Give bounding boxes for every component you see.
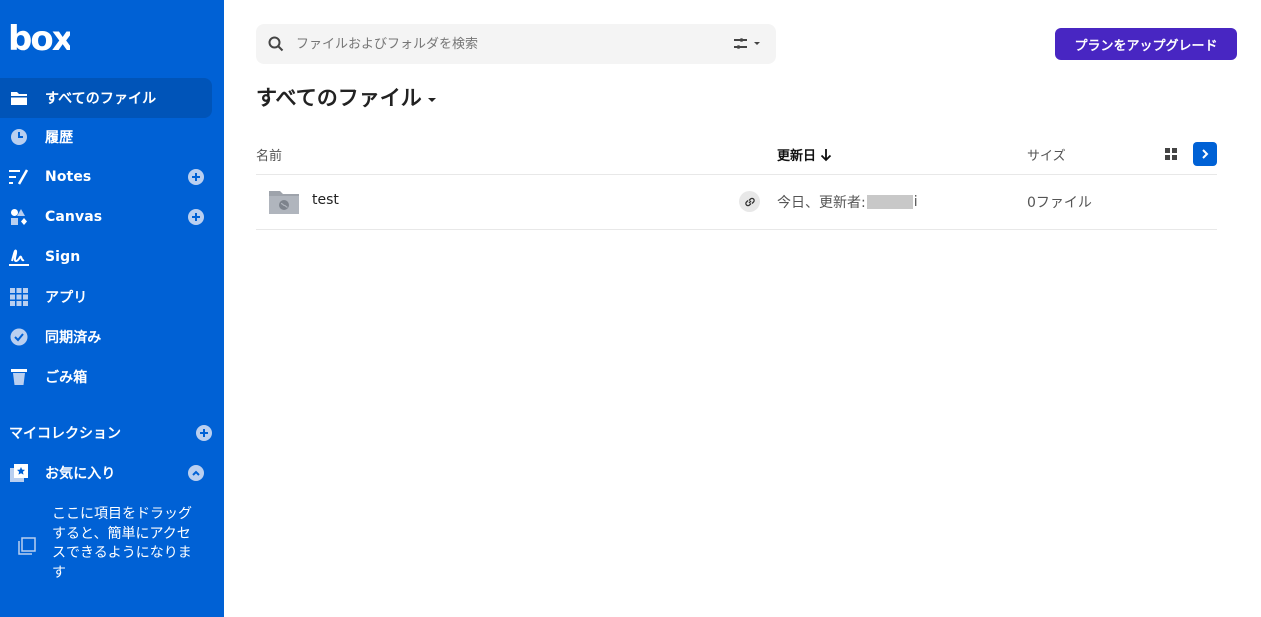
- sidebar-item-notes[interactable]: Notes: [0, 157, 212, 197]
- chevron-right-icon: [1202, 149, 1209, 159]
- check-circle-icon: [9, 327, 29, 347]
- copy-icon: [18, 537, 36, 555]
- search-bar[interactable]: [256, 24, 776, 64]
- details-panel-toggle-button[interactable]: [1193, 142, 1217, 166]
- sidebar-item-label: Canvas: [45, 209, 103, 225]
- favorites-hint: ここに項目をドラッグすると、簡単にアクセスできるようになります: [52, 506, 192, 581]
- sidebar-item-label: アプリ: [45, 290, 88, 306]
- sidebar-item-label: ごみ箱: [45, 370, 88, 386]
- caret-down-icon: [427, 98, 436, 102]
- shared-folder-icon[interactable]: [268, 188, 300, 216]
- sidebar-item-label: すべてのファイル: [45, 91, 157, 107]
- add-canvas-button[interactable]: [188, 209, 204, 225]
- folder-icon: [9, 88, 29, 108]
- search-filter-icon[interactable]: [732, 36, 764, 52]
- search-icon: [268, 36, 284, 52]
- sidebar-item-label: お気に入り: [45, 466, 116, 482]
- shared-link-icon[interactable]: [739, 191, 760, 212]
- add-collection-button[interactable]: [196, 425, 212, 441]
- sidebar-item-trash[interactable]: ごみ箱: [0, 357, 212, 397]
- file-row-name[interactable]: test: [312, 192, 339, 208]
- file-row-size: 0ファイル: [1027, 195, 1092, 211]
- my-collections-label: マイコレクション: [9, 426, 121, 442]
- sidebar-item-canvas[interactable]: Canvas: [0, 197, 212, 237]
- sidebar-item-apps[interactable]: アプリ: [0, 277, 212, 317]
- sidebar-item-label: Sign: [45, 249, 81, 265]
- file-row-updated-text: 今日、更新者:: [777, 195, 866, 211]
- sidebar-item-all-files[interactable]: すべてのファイル: [0, 78, 212, 118]
- page-title[interactable]: すべてのファイル: [256, 82, 436, 112]
- column-header-name[interactable]: 名前: [256, 145, 282, 164]
- file-row-updated: 今日、更新者: i: [777, 192, 918, 212]
- sidebar-item-label: 履歴: [45, 130, 74, 146]
- row-divider: [256, 229, 1217, 230]
- clock-icon: [9, 127, 29, 147]
- upgrade-plan-button[interactable]: プランをアップグレード: [1055, 28, 1237, 60]
- box-logo[interactable]: box: [8, 20, 70, 54]
- arrow-down-icon: [820, 148, 832, 161]
- apps-grid-icon: [9, 287, 29, 307]
- collapse-favorites-button[interactable]: [188, 465, 204, 481]
- redacted-username: [866, 195, 913, 209]
- chevron-up-icon: [192, 470, 200, 476]
- star-folder-icon: [9, 463, 29, 483]
- file-row-updated-suffix: i: [913, 194, 918, 210]
- app-root: box すべてのファイル 履歴 Notes Canvas Sign アプリ 同期…: [0, 0, 1261, 617]
- sidebar-item-favorites[interactable]: お気に入り: [0, 453, 212, 493]
- search-input[interactable]: [296, 24, 716, 64]
- column-header-size[interactable]: サイズ: [1027, 145, 1066, 164]
- trash-icon: [9, 367, 29, 387]
- add-note-button[interactable]: [188, 169, 204, 185]
- column-header-updated[interactable]: 更新日: [777, 145, 832, 164]
- signature-icon: [9, 247, 29, 267]
- sidebar-item-synced[interactable]: 同期済み: [0, 317, 212, 357]
- logo-text: box: [8, 20, 70, 54]
- column-header-updated-label: 更新日: [777, 149, 817, 164]
- header-divider: [256, 174, 1217, 175]
- canvas-icon: [9, 207, 29, 227]
- page-title-text: すべてのファイル: [256, 86, 422, 110]
- sidebar: box すべてのファイル 履歴 Notes Canvas Sign アプリ 同期…: [0, 0, 224, 617]
- sidebar-item-sign[interactable]: Sign: [0, 237, 212, 277]
- notes-icon: [9, 167, 29, 187]
- sidebar-item-label: 同期済み: [45, 330, 102, 346]
- sidebar-item-history[interactable]: 履歴: [0, 117, 212, 157]
- grid-view-icon[interactable]: [1163, 146, 1179, 162]
- my-collections-header: マイコレクション: [9, 423, 212, 443]
- sidebar-item-label: Notes: [45, 169, 92, 185]
